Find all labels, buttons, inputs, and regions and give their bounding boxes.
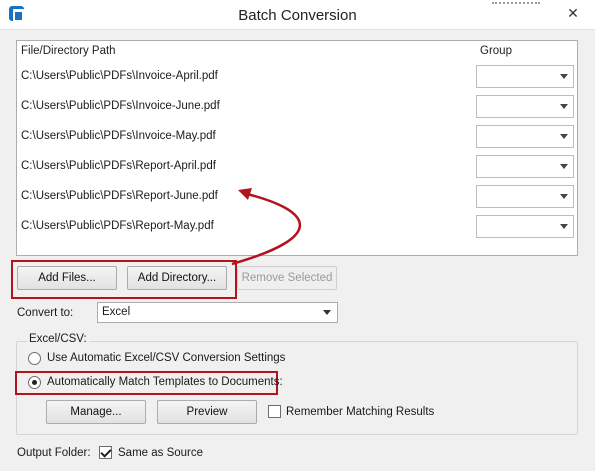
chevron-down-icon [560, 194, 568, 199]
file-path: C:\Users\Public\PDFs\Report-June.pdf [21, 190, 218, 202]
table-row[interactable]: C:\Users\Public\PDFs\Invoice-April.pdf [17, 62, 577, 92]
group-dropdown[interactable] [476, 215, 574, 238]
chevron-down-icon [560, 104, 568, 109]
group-dropdown[interactable] [476, 65, 574, 88]
group-dropdown[interactable] [476, 95, 574, 118]
group-dropdown[interactable] [476, 185, 574, 208]
file-path: C:\Users\Public\PDFs\Report-May.pdf [21, 220, 214, 232]
chevron-down-icon [323, 310, 331, 315]
auto-settings-radio[interactable] [28, 352, 41, 365]
column-header-group[interactable]: Group [480, 41, 575, 61]
manage-button[interactable]: Manage... [46, 400, 146, 424]
excel-csv-group-title: Excel/CSV: [27, 333, 89, 345]
match-templates-radio[interactable] [28, 376, 41, 389]
convert-to-select[interactable]: Excel [97, 302, 338, 323]
drag-grip[interactable] [492, 2, 540, 6]
title-bar: Batch Conversion ✕ [0, 0, 595, 30]
chevron-down-icon [560, 224, 568, 229]
chevron-down-icon [560, 74, 568, 79]
same-as-source-checkbox[interactable] [99, 446, 112, 459]
add-files-button[interactable]: Add Files... [17, 266, 117, 290]
column-header-path[interactable]: File/Directory Path [21, 41, 471, 61]
remember-results-checkbox[interactable] [268, 405, 281, 418]
table-row[interactable]: C:\Users\Public\PDFs\Report-April.pdf [17, 152, 577, 182]
convert-to-value: Excel [102, 306, 131, 318]
file-path: C:\Users\Public\PDFs\Report-April.pdf [21, 160, 216, 172]
window-title: Batch Conversion [238, 7, 357, 24]
table-row[interactable]: C:\Users\Public\PDFs\Report-May.pdf [17, 212, 577, 242]
group-dropdown[interactable] [476, 125, 574, 148]
group-dropdown[interactable] [476, 155, 574, 178]
table-row[interactable]: C:\Users\Public\PDFs\Invoice-June.pdf [17, 92, 577, 122]
file-path: C:\Users\Public\PDFs\Invoice-May.pdf [21, 130, 216, 142]
output-folder-label: Output Folder: [17, 447, 91, 459]
close-button[interactable]: ✕ [555, 2, 591, 24]
auto-settings-label[interactable]: Use Automatic Excel/CSV Conversion Setti… [47, 352, 285, 364]
convert-to-label: Convert to: [17, 307, 74, 319]
remove-selected-button[interactable]: Remove Selected [237, 266, 337, 290]
file-path: C:\Users\Public\PDFs\Invoice-April.pdf [21, 70, 218, 82]
file-path: C:\Users\Public\PDFs\Invoice-June.pdf [21, 100, 220, 112]
table-row[interactable]: C:\Users\Public\PDFs\Report-June.pdf [17, 182, 577, 212]
remember-results-label[interactable]: Remember Matching Results [286, 406, 434, 418]
file-list[interactable]: File/Directory Path Group C:\Users\Publi… [16, 40, 578, 256]
add-directory-button[interactable]: Add Directory... [127, 266, 227, 290]
chevron-down-icon [560, 164, 568, 169]
same-as-source-label[interactable]: Same as Source [118, 447, 203, 459]
match-templates-label[interactable]: Automatically Match Templates to Documen… [47, 376, 283, 388]
table-row[interactable]: C:\Users\Public\PDFs\Invoice-May.pdf [17, 122, 577, 152]
chevron-down-icon [560, 134, 568, 139]
preview-button[interactable]: Preview [157, 400, 257, 424]
